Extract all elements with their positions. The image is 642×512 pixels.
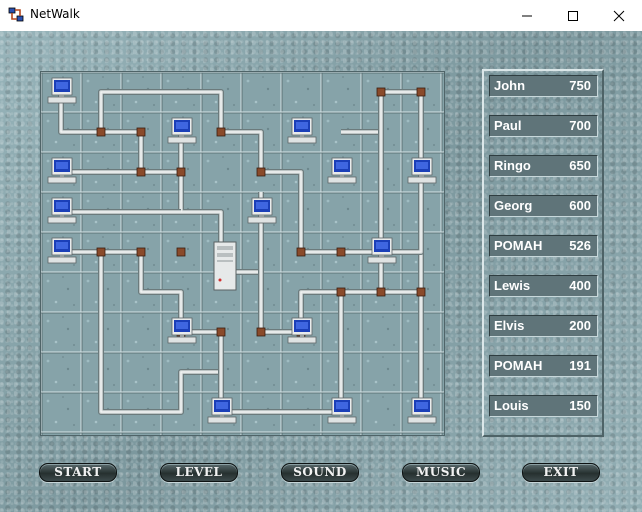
score-player-name: Ringo [494, 158, 531, 173]
pipe-joint [336, 287, 346, 297]
score-row: Louis 150 [489, 395, 598, 417]
score-player-name: Paul [494, 118, 522, 133]
close-button[interactable] [596, 0, 642, 31]
maximize-button[interactable] [550, 0, 596, 31]
score-row: POMAH 191 [489, 355, 598, 377]
pipe-joint [216, 327, 226, 337]
game-area: John 750 Paul 700 Ringo 650 Georg 600 POMAH 526 Le… [0, 31, 642, 512]
score-value: 650 [569, 158, 591, 173]
score-value: 200 [569, 318, 591, 333]
score-row: Elvis 200 [489, 315, 598, 337]
score-value: 750 [569, 78, 591, 93]
score-value: 700 [569, 118, 591, 133]
computer-icon [47, 157, 77, 184]
score-row: Georg 600 [489, 195, 598, 217]
pipe-joint [376, 87, 386, 97]
score-row: John 750 [489, 75, 598, 97]
minimize-button[interactable] [504, 0, 550, 31]
sound-button[interactable]: SOUND [281, 463, 359, 482]
exit-button[interactable]: EXIT [522, 463, 600, 482]
pipe-joint [96, 127, 106, 137]
score-value: 526 [569, 238, 591, 253]
pipe-joint [96, 247, 106, 257]
game-board[interactable] [40, 71, 445, 436]
computer-icon [367, 237, 397, 264]
computer-icon [167, 117, 197, 144]
pipe-joint [136, 167, 146, 177]
pipe-joint [376, 287, 386, 297]
close-icon [613, 10, 625, 22]
maximize-icon [568, 11, 578, 21]
pipe-joint [416, 87, 426, 97]
score-player-name: Lewis [494, 278, 531, 293]
computer-icon [407, 397, 437, 424]
score-value: 400 [569, 278, 591, 293]
score-player-name: POMAH [494, 238, 543, 253]
netwalk-app-icon [8, 7, 24, 22]
score-player-name: POMAH [494, 358, 543, 373]
score-row: POMAH 526 [489, 235, 598, 257]
pipe-joint [256, 167, 266, 177]
music-button[interactable]: MUSIC [402, 463, 480, 482]
pipe-joint [256, 327, 266, 337]
computer-icon [287, 117, 317, 144]
pipe-joint [296, 247, 306, 257]
computer-icon [247, 197, 277, 224]
computer-icon [167, 317, 197, 344]
board-canvas[interactable] [41, 72, 444, 435]
computer-icon [327, 397, 357, 424]
score-player-name: John [494, 78, 526, 93]
score-player-name: Louis [494, 398, 529, 413]
score-player-name: Georg [494, 198, 533, 213]
score-value: 600 [569, 198, 591, 213]
minimize-icon [522, 15, 532, 17]
high-score-table: John 750 Paul 700 Ringo 650 Georg 600 POMAH 526 Le… [482, 69, 604, 437]
pipe-joint [136, 247, 146, 257]
pipe-joint [336, 247, 346, 257]
score-row: Paul 700 [489, 115, 598, 137]
score-player-name: Elvis [494, 318, 525, 333]
level-button[interactable]: LEVEL [160, 463, 238, 482]
score-row: Ringo 650 [489, 155, 598, 177]
pipe-joint [176, 247, 186, 257]
computer-icon [287, 317, 317, 344]
computer-icon [407, 157, 437, 184]
start-button[interactable]: START [39, 463, 117, 482]
score-row: Lewis 400 [489, 275, 598, 297]
computer-icon [47, 197, 77, 224]
server-icon [213, 241, 237, 291]
computer-icon [47, 77, 77, 104]
computer-icon [207, 397, 237, 424]
title-bar[interactable]: NetWalk [0, 0, 642, 32]
score-value: 150 [569, 398, 591, 413]
score-value: 191 [569, 358, 591, 373]
computer-icon [327, 157, 357, 184]
netwalk-window: NetWalk John 750 Paul 700 Ringo 650 Geor… [0, 0, 642, 512]
computer-icon [47, 237, 77, 264]
pipe-joint [416, 287, 426, 297]
pipe-joint [176, 167, 186, 177]
pipe-joint [136, 127, 146, 137]
window-title: NetWalk [30, 7, 80, 21]
pipe-joint [216, 127, 226, 137]
